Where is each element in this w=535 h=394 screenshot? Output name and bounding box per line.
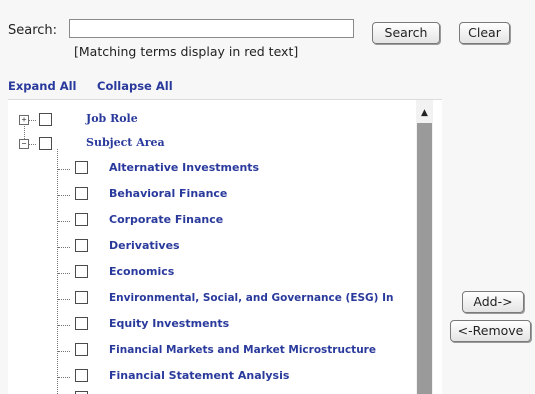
tree-connector (29, 144, 36, 145)
tree-item-alternative-investments[interactable]: Alternative Investments (8, 159, 413, 177)
remove-button[interactable]: <-Remove (450, 320, 531, 342)
derivatives-checkbox[interactable] (75, 239, 88, 252)
search-button[interactable]: Search (372, 22, 440, 44)
tree-connector (58, 169, 70, 170)
tree-item-label: Equity Investments (109, 317, 230, 330)
tree-item-economics[interactable]: Economics (8, 263, 413, 281)
minus-box-icon[interactable]: − (19, 139, 29, 149)
behavioral-finance-checkbox[interactable] (75, 187, 88, 200)
tree-connector (58, 351, 70, 352)
tree-item-label: Environmental, Social, and Governance (E… (109, 292, 394, 304)
tree-node-subject-area[interactable]: − Subject Area (8, 134, 408, 152)
tree-item-label: Corporate Finance (109, 213, 224, 226)
subject-area-checkbox[interactable] (39, 137, 52, 150)
tree-item-label: Financial Statement Analysis (109, 369, 290, 382)
tree-item-corporate-finance[interactable]: Corporate Finance (8, 211, 413, 229)
add-button[interactable]: Add-> (462, 291, 524, 313)
tree-connector (29, 120, 36, 121)
tree-panel: + Job Role − Subject Area Alternative In… (8, 99, 442, 394)
financial-markets-checkbox[interactable] (75, 343, 88, 356)
collapse-all-link[interactable]: Collapse All (97, 79, 173, 93)
equity-investments-checkbox[interactable] (75, 317, 88, 330)
job-role-checkbox[interactable] (39, 113, 52, 126)
tree-item-label: Financial Markets and Market Microstruct… (109, 344, 376, 356)
triangle-up-icon[interactable]: ▲ (416, 107, 433, 119)
expand-all-link[interactable]: Expand All (8, 79, 76, 93)
financial-statement-analysis-checkbox[interactable] (75, 369, 88, 382)
tree-node-label: Subject Area (86, 136, 165, 149)
tree-item-label: Derivatives (109, 239, 180, 252)
tree-item-label: Economics (109, 265, 175, 278)
scrollbar-thumb[interactable] (417, 123, 432, 394)
clear-button[interactable]: Clear (459, 22, 510, 44)
search-input[interactable] (69, 19, 354, 38)
tree-connector (58, 247, 70, 248)
tree-connector (58, 325, 70, 326)
tree-connector (58, 221, 70, 222)
tree-item-label: Behavioral Finance (109, 187, 228, 200)
tree-node-label: Job Role (86, 112, 138, 125)
search-hint: [Matching terms display in red text] (74, 44, 299, 59)
tree-item-label: Alternative Investments (109, 161, 260, 174)
tree-connector (58, 195, 70, 196)
plus-box-icon[interactable]: + (19, 115, 29, 125)
search-label: Search: (8, 23, 58, 38)
tree-item-equity-investments[interactable]: Equity Investments (8, 315, 413, 333)
tree-item-financial-markets[interactable]: Financial Markets and Market Microstruct… (8, 341, 413, 359)
alternative-investments-checkbox[interactable] (75, 161, 88, 174)
tree-node-job-role[interactable]: + Job Role (8, 110, 408, 128)
tree-item-behavioral-finance[interactable]: Behavioral Finance (8, 185, 413, 203)
corporate-finance-checkbox[interactable] (75, 213, 88, 226)
esg-checkbox[interactable] (75, 291, 88, 304)
tree-item-derivatives[interactable]: Derivatives (8, 237, 413, 255)
tree-item-financial-statement-analysis[interactable]: Financial Statement Analysis (8, 367, 413, 385)
economics-checkbox[interactable] (75, 265, 88, 278)
tree-item-esg[interactable]: Environmental, Social, and Governance (E… (8, 289, 413, 307)
tree-connector (58, 299, 70, 300)
tree-connector (58, 377, 70, 378)
tree-connector (58, 273, 70, 274)
